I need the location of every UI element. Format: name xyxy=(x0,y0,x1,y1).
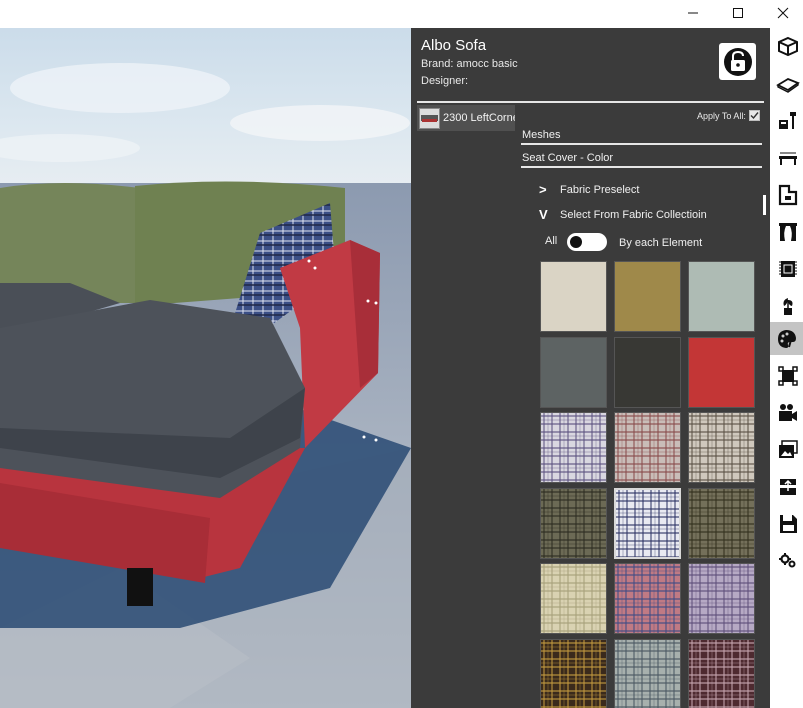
floorplan-icon xyxy=(778,184,797,205)
settings-gears-icon xyxy=(778,552,795,567)
fabric-preselect-expander[interactable]: > Fabric Preselect xyxy=(539,182,639,197)
scrollbar-thumb[interactable] xyxy=(763,195,766,215)
toolbar-button-settings-gears[interactable] xyxy=(773,546,802,575)
toolbar-button-save[interactable] xyxy=(773,509,802,538)
app-window: Albo Sofa Brand: amocc basic Designer: 2… xyxy=(0,0,803,708)
fabric-swatch[interactable] xyxy=(688,412,755,483)
close-button[interactable] xyxy=(760,0,803,26)
fabric-swatch[interactable] xyxy=(688,337,755,408)
maximize-icon xyxy=(733,8,743,18)
toggle-all-label: All xyxy=(545,235,558,247)
toolbar-button-curtain[interactable] xyxy=(773,217,802,246)
curtain-icon xyxy=(778,222,797,241)
product-title: Albo Sofa xyxy=(421,37,487,54)
toolbar-button-image-gallery[interactable] xyxy=(773,435,802,464)
lamp-furniture-icon xyxy=(778,111,796,129)
apply-to-all-label: Apply To All: xyxy=(697,111,746,121)
mesh-list: 2300 LeftCorne xyxy=(417,105,515,708)
toolbar-button-rug[interactable] xyxy=(773,254,802,283)
header-divider xyxy=(417,101,764,103)
minimize-button[interactable] xyxy=(670,0,716,26)
chevron-down-icon: V xyxy=(539,207,548,222)
cube-view-icon xyxy=(777,36,798,56)
rug-icon xyxy=(778,260,797,277)
product-brand: Brand: amocc basic xyxy=(421,58,518,70)
seat-cover-divider xyxy=(521,166,762,168)
fabric-swatch[interactable] xyxy=(540,563,607,634)
fabric-collection-label: Select From Fabric Collectioin xyxy=(560,208,707,221)
fabric-swatch[interactable] xyxy=(540,261,607,332)
mesh-item-label: 2300 LeftCorne xyxy=(443,112,515,124)
fabric-swatch[interactable] xyxy=(540,639,607,708)
toolbar-button-floor-plane[interactable] xyxy=(773,69,802,98)
fabric-swatch[interactable] xyxy=(688,639,755,708)
fabric-swatch[interactable] xyxy=(540,337,607,408)
toolbar-button-cube-view[interactable] xyxy=(773,32,802,61)
fabric-swatch[interactable] xyxy=(614,261,681,332)
lock-toggle-button[interactable] xyxy=(719,43,756,80)
fabric-swatch[interactable] xyxy=(614,337,681,408)
toolbar-button-object-select[interactable] xyxy=(773,361,802,390)
product-designer: Designer: xyxy=(421,75,469,87)
mesh-thumbnail xyxy=(419,107,440,129)
sofa-thumbnail-icon xyxy=(421,115,438,122)
video-camera-icon xyxy=(778,403,797,421)
fabric-swatch[interactable] xyxy=(614,412,681,483)
fabric-swatch[interactable] xyxy=(614,639,681,708)
toolbar-button-table[interactable] xyxy=(773,143,802,172)
image-gallery-icon xyxy=(778,439,798,458)
object-select-icon xyxy=(777,365,798,386)
apply-mode-toggle[interactable] xyxy=(567,233,607,251)
fabric-swatch[interactable] xyxy=(688,488,755,559)
fabric-swatch[interactable] xyxy=(688,261,755,332)
toolbar-button-lamp-furniture[interactable] xyxy=(773,106,802,135)
seat-cover-section-label: Seat Cover - Color xyxy=(522,152,614,164)
maximize-button[interactable] xyxy=(715,0,761,26)
minimize-icon xyxy=(688,12,698,14)
toolbar-button-floorplan[interactable] xyxy=(773,180,802,209)
fabric-preselect-label: Fabric Preselect xyxy=(560,183,640,196)
sofa-render xyxy=(0,28,411,708)
fabric-swatch[interactable] xyxy=(540,412,607,483)
toolbar-button-plant[interactable] xyxy=(773,291,802,320)
fabric-collection-expander[interactable]: V Select From Fabric Collectioin xyxy=(539,207,707,222)
mesh-list-item[interactable]: 2300 LeftCorne xyxy=(417,105,515,131)
3d-viewport[interactable] xyxy=(0,28,411,708)
properties-panel: Albo Sofa Brand: amocc basic Designer: 2… xyxy=(411,28,770,708)
close-icon xyxy=(777,7,789,19)
toggle-knob xyxy=(570,236,582,248)
meshes-divider xyxy=(521,143,762,145)
fabric-swatch[interactable] xyxy=(614,488,681,559)
checkmark-icon xyxy=(750,112,759,120)
toolbar-button-export[interactable] xyxy=(773,472,802,501)
table-icon xyxy=(778,152,797,165)
fabric-swatch[interactable] xyxy=(540,488,607,559)
toolbar-button-video-camera[interactable] xyxy=(773,398,802,427)
floor-plane-icon xyxy=(775,77,800,93)
title-bar xyxy=(0,0,803,28)
material-palette-icon xyxy=(777,329,796,348)
save-icon xyxy=(779,514,797,533)
toggle-each-element-label: By each Element xyxy=(619,237,703,249)
right-toolbar xyxy=(770,28,803,708)
apply-to-all-checkbox[interactable] xyxy=(749,110,760,121)
fabric-swatch[interactable] xyxy=(614,563,681,634)
plant-icon xyxy=(783,297,792,315)
unlock-icon xyxy=(723,47,752,76)
chevron-right-icon: > xyxy=(539,182,547,197)
fabric-swatch-grid xyxy=(540,261,760,708)
export-icon xyxy=(779,478,796,495)
meshes-section-label: Meshes xyxy=(522,129,561,141)
fabric-swatch[interactable] xyxy=(688,563,755,634)
toolbar-button-material-palette[interactable] xyxy=(770,322,803,355)
